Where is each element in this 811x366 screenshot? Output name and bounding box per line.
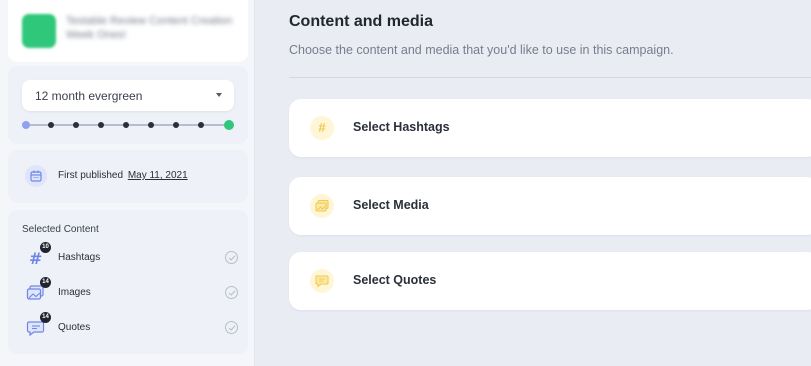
campaign-name: Testable Review Content Creation Week On… xyxy=(66,15,233,41)
select-quotes-button[interactable]: Select Quotes xyxy=(289,252,811,310)
selected-content-title: Selected Content xyxy=(22,224,99,235)
timeline-dot[interactable] xyxy=(48,122,54,128)
schedule-card: 12 month evergreen xyxy=(8,66,248,144)
timeline-dot[interactable] xyxy=(73,122,79,128)
schedule-select[interactable]: 12 month evergreen xyxy=(22,80,234,111)
selected-content-panel: Selected Content # 10 Hashtags 14 Images… xyxy=(8,210,248,354)
divider xyxy=(289,77,811,78)
main-content: Content and media Choose the content and… xyxy=(256,0,811,366)
hashtag-icon: # xyxy=(310,116,334,140)
check-circle-icon[interactable] xyxy=(225,286,238,299)
timeline-dot[interactable] xyxy=(148,122,154,128)
published-text: First published May 11, 2021 xyxy=(58,170,188,181)
quote-icon xyxy=(310,269,334,293)
timeline-dot[interactable] xyxy=(198,122,204,128)
published-label: First published xyxy=(58,170,124,181)
page-title: Content and media xyxy=(289,13,434,30)
published-info: First published May 11, 2021 xyxy=(8,150,248,203)
campaign-avatar xyxy=(22,14,56,48)
count-badge: 14 xyxy=(40,312,51,323)
selected-item-label: Images xyxy=(58,287,91,298)
count-badge: 10 xyxy=(40,242,51,253)
selected-item-label: Quotes xyxy=(58,322,91,333)
schedule-select-value: 12 month evergreen xyxy=(35,89,143,103)
option-label: Select Media xyxy=(353,198,429,212)
page-subtitle: Choose the content and media that you'd … xyxy=(289,43,674,57)
select-hashtags-button[interactable]: # Select Hashtags xyxy=(289,99,811,157)
count-badge: 14 xyxy=(40,277,51,288)
timeline-dot[interactable] xyxy=(173,122,179,128)
chevron-down-icon xyxy=(216,93,222,97)
calendar-icon xyxy=(25,165,47,187)
sidebar: Testable Review Content Creation Week On… xyxy=(0,0,255,366)
option-label: Select Hashtags xyxy=(353,120,450,134)
svg-text:#: # xyxy=(29,249,42,268)
media-icon xyxy=(310,194,334,218)
timeline-dot[interactable] xyxy=(98,122,104,128)
option-label: Select Quotes xyxy=(353,273,437,287)
timeline-dot[interactable] xyxy=(123,122,129,128)
select-media-button[interactable]: Select Media xyxy=(289,177,811,235)
check-circle-icon[interactable] xyxy=(225,321,238,334)
timeline-dot-end[interactable] xyxy=(224,120,234,130)
selected-item-images[interactable]: 14 Images xyxy=(22,277,242,305)
published-date: May 11, 2021 xyxy=(127,170,188,181)
selected-item-hashtags[interactable]: # 10 Hashtags xyxy=(22,242,242,270)
check-circle-icon[interactable] xyxy=(225,251,238,264)
schedule-timeline xyxy=(22,119,234,131)
campaign-header: Testable Review Content Creation Week On… xyxy=(8,0,248,62)
timeline-dot-start[interactable] xyxy=(22,121,30,129)
selected-item-label: Hashtags xyxy=(58,252,101,263)
selected-item-quotes[interactable]: 14 Quotes xyxy=(22,312,242,340)
